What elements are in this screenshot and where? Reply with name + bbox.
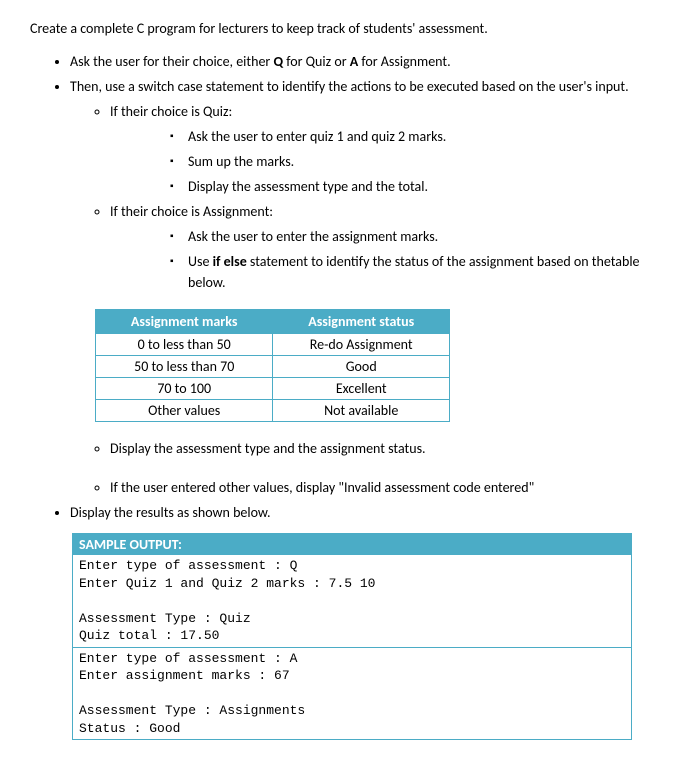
cell-marks: 0 to less than 50 (96, 334, 273, 356)
sample-line: Enter type of assessment : Q (79, 557, 625, 575)
b1-post: for Assignment. (358, 53, 450, 70)
assignment-status-table: Assignment marks Assignment status 0 to … (95, 309, 450, 422)
invalid-sublist: If the user entered other values, displa… (70, 477, 657, 498)
sub-display-type-status: Display the assessment type and the assi… (110, 438, 657, 459)
sample-line: Status : Good (79, 720, 625, 738)
sample-output-header: SAMPLE OUTPUT: (73, 534, 631, 555)
bullet-choice: Ask the user for their choice, either Q … (70, 51, 657, 72)
cell-marks: 50 to less than 70 (96, 356, 273, 378)
quiz-step-2: Sum up the marks. (170, 151, 657, 172)
th-marks: Assignment marks (96, 310, 273, 334)
assign-steps: Ask the user to enter the assignment mar… (110, 226, 657, 293)
invalid-list-wrap: If the user entered other values, displa… (30, 477, 657, 498)
sample-line (79, 592, 625, 610)
table-row: 0 to less than 50 Re-do Assignment (96, 334, 450, 356)
display-results-list: Display the results as shown below. (30, 502, 657, 523)
b2b-text: If their choice is Assignment: (110, 203, 273, 220)
b1-mid: for Quiz or (283, 53, 350, 70)
sample-block-1: Enter type of assessment : Q Enter Quiz … (73, 555, 631, 647)
sample-line: Assessment Type : Quiz (79, 610, 625, 628)
table-row: 50 to less than 70 Good (96, 356, 450, 378)
table-row: Other values Not available (96, 400, 450, 422)
bullet-display-results: Display the results as shown below. (70, 502, 657, 523)
b1-q: Q (273, 53, 283, 70)
sample-output-box: SAMPLE OUTPUT: Enter type of assessment … (72, 533, 632, 740)
assign-step-2: Use if else statement to identify the st… (170, 251, 657, 293)
sample-line: Enter type of assessment : A (79, 650, 625, 668)
cell-status: Good (273, 356, 450, 378)
b1-pre: Ask the user for their choice, either (70, 53, 273, 70)
b2b2-pre: Use (188, 253, 213, 270)
sample-line: Enter Quiz 1 and Quiz 2 marks : 7.5 10 (79, 575, 625, 593)
quiz-step-3: Display the assessment type and the tota… (170, 176, 657, 197)
sample-line: Quiz total : 17.50 (79, 627, 625, 645)
cell-status: Re-do Assignment (273, 334, 450, 356)
sub-list-quiz-assign: If their choice is Quiz: Ask the user to… (70, 101, 657, 293)
sample-line (79, 685, 625, 703)
cell-marks: Other values (96, 400, 273, 422)
th-status: Assignment status (273, 310, 450, 334)
assign-step-1: Ask the user to enter the assignment mar… (170, 226, 657, 247)
sample-line: Assessment Type : Assignments (79, 702, 625, 720)
cell-marks: 70 to 100 (96, 378, 273, 400)
sub-quiz: If their choice is Quiz: Ask the user to… (110, 101, 657, 197)
b2b2-bold: if else (213, 253, 247, 270)
post-table-list: Display the assessment type and the assi… (30, 438, 657, 459)
sub-assignment: If their choice is Assignment: Ask the u… (110, 201, 657, 293)
sub-invalid: If the user entered other values, displa… (110, 477, 657, 498)
quiz-steps: Ask the user to enter quiz 1 and quiz 2 … (110, 126, 657, 197)
cell-status: Excellent (273, 378, 450, 400)
main-list: Ask the user for their choice, either Q … (30, 51, 657, 293)
b1-a: A (350, 53, 358, 70)
quiz-step-1: Ask the user to enter quiz 1 and quiz 2 … (170, 126, 657, 147)
cell-status: Not available (273, 400, 450, 422)
page-title: Create a complete C program for lecturer… (30, 20, 657, 37)
sample-block-2: Enter type of assessment : A Enter assig… (73, 647, 631, 740)
sample-line: Enter assignment marks : 67 (79, 667, 625, 685)
post-table-sublist: Display the assessment type and the assi… (70, 438, 657, 459)
b2a-text: If their choice is Quiz: (110, 103, 232, 120)
bullet-switch: Then, use a switch case statement to ide… (70, 76, 657, 293)
b2-text: Then, use a switch case statement to ide… (70, 78, 629, 95)
table-row: 70 to 100 Excellent (96, 378, 450, 400)
b2b2-post: statement to identify the status of the … (188, 253, 640, 291)
